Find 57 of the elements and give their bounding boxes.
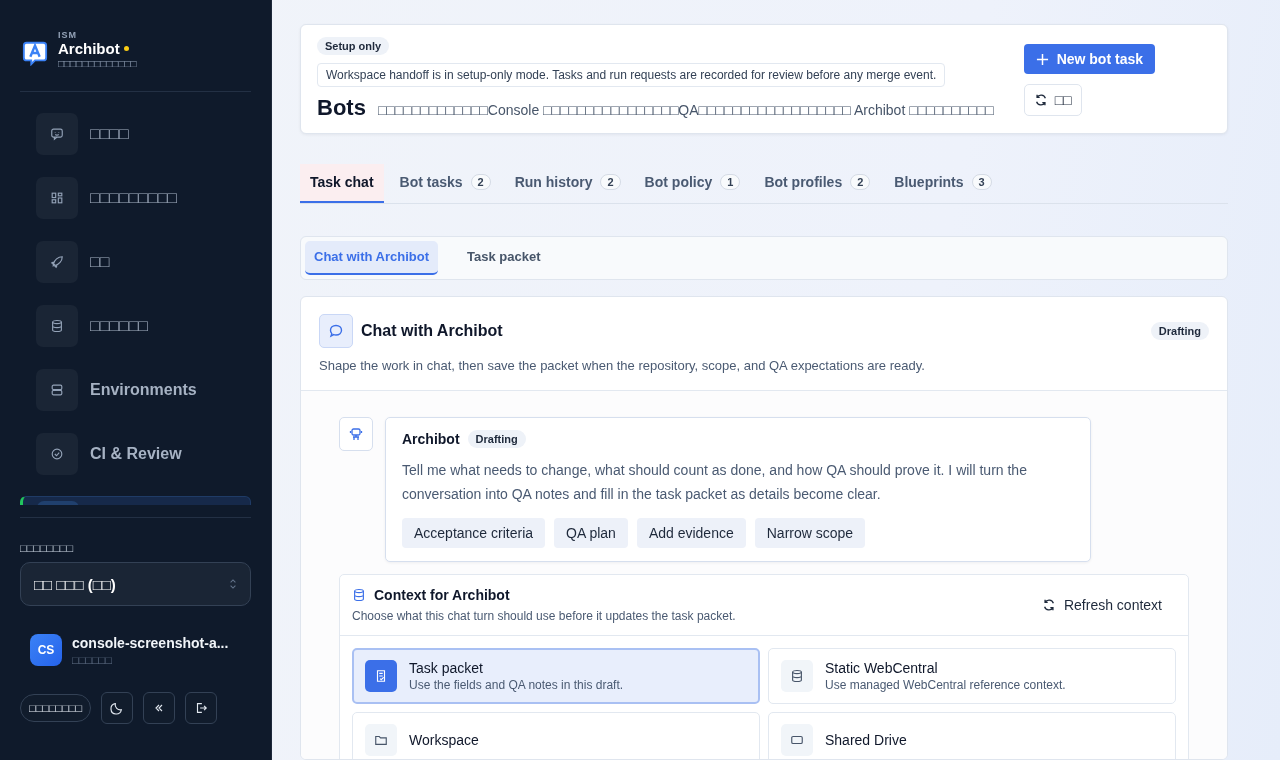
user-role: □□□□□□ — [72, 653, 113, 666]
source-description: Use managed WebCentral reference context. — [825, 678, 1066, 692]
tab-count: 3 — [971, 174, 992, 190]
workspace-label: □□□□□□□□ — [20, 542, 75, 554]
nav-item[interactable]: □□□□□□□□□ — [20, 176, 251, 220]
tab[interactable]: Bot profiles 2 — [756, 164, 879, 203]
brand-tagline: □□□□□□□□□□□□□ — [58, 58, 137, 69]
source-title: Static WebCentral — [825, 660, 939, 676]
context-source[interactable]: Workspace — [352, 712, 760, 759]
status-badge: Drafting — [467, 430, 526, 448]
suggestion-chip[interactable]: Narrow scope — [754, 518, 866, 548]
tab[interactable]: Run history 2 — [506, 164, 629, 203]
context-source[interactable]: Shared Drive — [768, 712, 1176, 759]
setup-notice: Workspace handoff is in setup-only mode. Tasks and run requests are recorded for review before any merge event. — [317, 63, 946, 87]
nav-item[interactable]: □□□□□□ — [20, 304, 251, 348]
user-name: console-screenshot-a... — [72, 634, 229, 651]
panel-title: Chat with Archibot — [361, 322, 503, 340]
message-text: Tell me what needs to change, what should count as done, and how QA should prove it. I will turn the conversation into QA notes and fill in the task packet as details become clear. — [402, 461, 1028, 504]
tab[interactable]: Bot tasks 2 — [391, 164, 499, 203]
tab-count: 1 — [720, 174, 741, 190]
nav-item[interactable]: Environments — [20, 368, 251, 412]
status-badge: Drafting — [1150, 322, 1209, 340]
setup-badge: Setup only — [317, 37, 390, 55]
tab-count: 2 — [600, 174, 621, 190]
user-avatar: CS — [30, 634, 62, 666]
suggestion-chip[interactable]: Acceptance criteria — [402, 518, 546, 548]
refresh-context-button[interactable]: Refresh context — [1027, 591, 1176, 619]
subtab[interactable]: Task packet — [450, 241, 558, 275]
source-description: Use the fields and QA notes in this draft. — [409, 678, 624, 692]
subtab[interactable]: Chat with Archibot — [305, 241, 439, 275]
source-title: Shared Drive — [825, 732, 907, 748]
brand-name: Archibot — [58, 40, 120, 57]
tab[interactable]: Task chat — [300, 164, 384, 203]
suggestion-chip[interactable]: Add evidence — [636, 518, 746, 548]
tab-count: 2 — [850, 174, 871, 190]
language-button[interactable]: □□□□□□□□ — [20, 694, 92, 722]
message-author: Archibot — [402, 431, 460, 447]
workspace-select[interactable]: □□ □□□ (□□) — [20, 562, 251, 606]
context-source[interactable]: Task packet Use the fields and QA notes in this draft. — [352, 648, 760, 704]
source-title: Workspace — [409, 732, 479, 748]
nav-item[interactable]: CI & Review — [20, 432, 251, 476]
brand-eyebrow: ISM — [58, 30, 78, 40]
page-subtitle: □□□□□□□□□□□□□Console □□□□□□□□□□□□□□□□QA□□□□□□□□□□□□□□□□□□ Archibot □□□□□□□□□□ — [377, 102, 994, 118]
refresh-button[interactable]: □□ — [1023, 84, 1082, 116]
context-title: Context for Archibot — [374, 587, 510, 603]
nav-item[interactable]: □□□□ — [20, 112, 251, 156]
new-bot-task-button[interactable]: New bot task — [1023, 44, 1155, 74]
source-title: Task packet — [409, 660, 484, 676]
suggestion-chip[interactable]: QA plan — [554, 518, 628, 548]
tab-count: 2 — [470, 174, 491, 190]
nav-item[interactable]: □□ — [20, 240, 251, 284]
page-title: Bots — [317, 95, 366, 121]
tab[interactable]: Blueprints 3 — [886, 164, 1000, 203]
panel-description: Shape the work in chat, then save the packet when the repository, scope, and QA expectations are ready. — [319, 358, 926, 373]
context-source[interactable]: Static WebCentral Use managed WebCentral reference context. — [768, 648, 1176, 704]
tab[interactable]: Bot policy 1 — [636, 164, 749, 203]
context-description: Choose what this chat turn should use before it updates the task packet. — [352, 609, 736, 623]
